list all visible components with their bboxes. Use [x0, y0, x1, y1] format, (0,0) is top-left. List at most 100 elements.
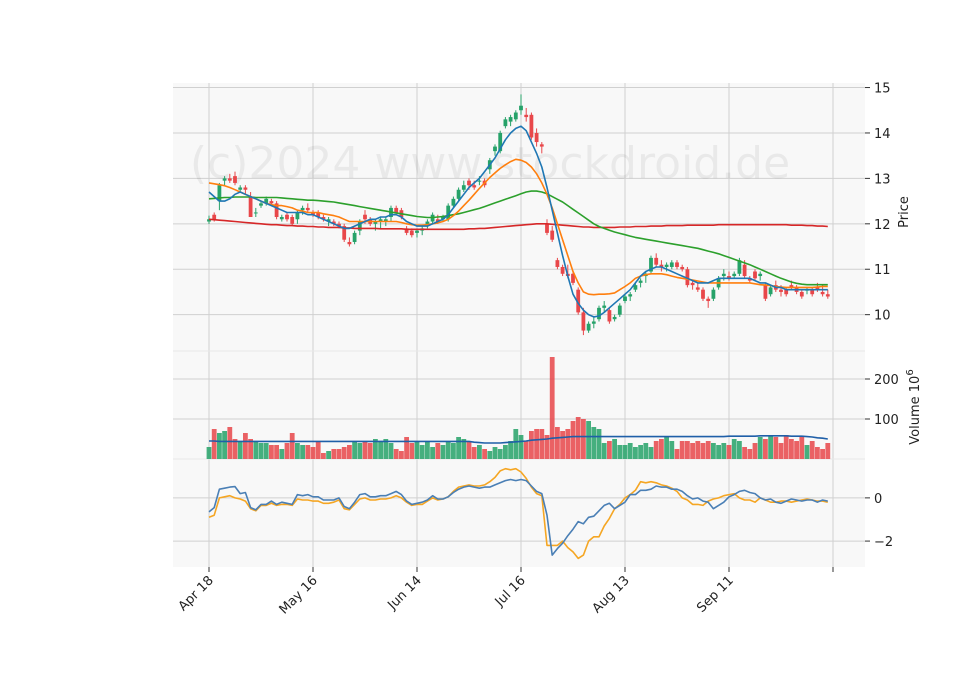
- candle-body: [742, 264, 747, 277]
- volume-bar: [570, 421, 576, 459]
- volume-bar: [445, 441, 451, 459]
- volume-bar: [305, 445, 311, 459]
- candle-body: [394, 207, 399, 213]
- candle-body: [612, 316, 617, 320]
- candle-body: [451, 198, 456, 206]
- volume-bar: [295, 443, 300, 459]
- volume-bar: [752, 443, 758, 459]
- stock-chart: (c)2024 www.stockdroid.de Apr 18 May 16 Ju…: [0, 0, 960, 690]
- volume-bar: [274, 445, 279, 459]
- candle-body: [607, 310, 612, 322]
- volume-bar: [451, 443, 456, 459]
- volume-bar: [367, 443, 373, 459]
- candle-body: [415, 230, 419, 233]
- volume-bar: [768, 435, 773, 459]
- volume-axis-exponent: 6: [905, 369, 916, 375]
- volume-bar: [664, 437, 669, 459]
- volume-bar: [731, 439, 737, 459]
- volume-axis-label-text: Volume 10: [908, 376, 923, 445]
- candle-body: [212, 214, 217, 220]
- candle-body: [290, 217, 295, 224]
- candle-body: [259, 203, 263, 206]
- candle-body: [779, 289, 783, 292]
- volume-bar: [399, 451, 404, 459]
- candle-body: [721, 273, 726, 277]
- candle-body: [591, 321, 596, 324]
- volume-bar: [789, 439, 794, 459]
- volume-bar: [716, 445, 721, 459]
- candle-body: [768, 287, 773, 295]
- volume-bar: [321, 453, 326, 459]
- candle-body: [467, 180, 471, 186]
- candle-body: [701, 289, 705, 299]
- volume-bar: [258, 443, 264, 459]
- candle-body: [706, 298, 711, 302]
- candle-body: [285, 214, 289, 220]
- price-tick-label: 14: [874, 127, 891, 142]
- candle-body: [513, 112, 518, 120]
- volume-bar: [700, 443, 706, 459]
- volume-bar: [222, 431, 227, 459]
- volume-bar: [477, 445, 482, 459]
- volume-bar: [206, 447, 212, 459]
- volume-bar: [809, 441, 815, 459]
- candle-body: [243, 187, 248, 190]
- volume-bar: [659, 439, 664, 459]
- volume-bar: [331, 449, 337, 459]
- volume-bar: [591, 427, 597, 459]
- volume-bar: [560, 431, 565, 459]
- candle-body: [617, 305, 622, 315]
- candle-body: [534, 132, 539, 143]
- x-tick-label: Jul 16: [492, 573, 529, 610]
- candle-body: [269, 201, 274, 204]
- volume-bar: [404, 437, 409, 459]
- volume-bar: [674, 449, 680, 459]
- volume-bar: [721, 443, 727, 459]
- volume-bar: [435, 443, 441, 459]
- volume-bar: [747, 449, 753, 459]
- volume-tick-label: 200: [874, 373, 899, 388]
- volume-bar: [643, 443, 649, 459]
- volume-bar: [362, 441, 368, 459]
- volume-bar: [419, 445, 425, 459]
- candle-body: [233, 176, 237, 183]
- x-tick-label: Sep 11: [694, 573, 737, 616]
- volume-bar: [227, 427, 233, 459]
- volume-bar: [549, 357, 555, 459]
- volume-bar: [378, 441, 383, 459]
- price-tick-label: 13: [874, 172, 891, 187]
- x-tick-label: Jun 14: [385, 573, 425, 613]
- candle-body: [623, 296, 627, 302]
- volume-bar: [685, 441, 690, 459]
- candle-body: [638, 280, 643, 283]
- volume-bar: [648, 447, 654, 459]
- volume-bar: [773, 437, 779, 459]
- volume-bar: [757, 437, 763, 459]
- volume-bar: [695, 441, 701, 459]
- volume-bar: [726, 445, 732, 459]
- volume-bar: [529, 431, 534, 459]
- volume-tick-label: 100: [874, 413, 899, 428]
- volume-bar: [763, 439, 768, 459]
- volume-bar: [503, 445, 508, 459]
- volume-bar: [633, 447, 638, 459]
- volume-bar: [430, 447, 435, 459]
- volume-bar: [622, 445, 628, 459]
- candle-body: [493, 146, 497, 152]
- x-tick-label: Apr 18: [176, 573, 217, 614]
- volume-bar: [487, 451, 493, 459]
- candle-body: [222, 178, 227, 181]
- volume-bar: [492, 447, 498, 459]
- candle-body: [560, 266, 565, 274]
- volume-bar: [679, 441, 685, 459]
- candle-body: [456, 189, 461, 199]
- volume-bar: [539, 429, 545, 459]
- volume-bar: [352, 441, 357, 459]
- candle-body: [305, 207, 310, 211]
- volume-bar: [586, 421, 591, 459]
- volume-bar: [414, 441, 420, 459]
- candle-body: [695, 287, 700, 290]
- candle-body: [628, 294, 633, 297]
- volume-bar: [534, 429, 539, 459]
- candle-body: [690, 282, 695, 286]
